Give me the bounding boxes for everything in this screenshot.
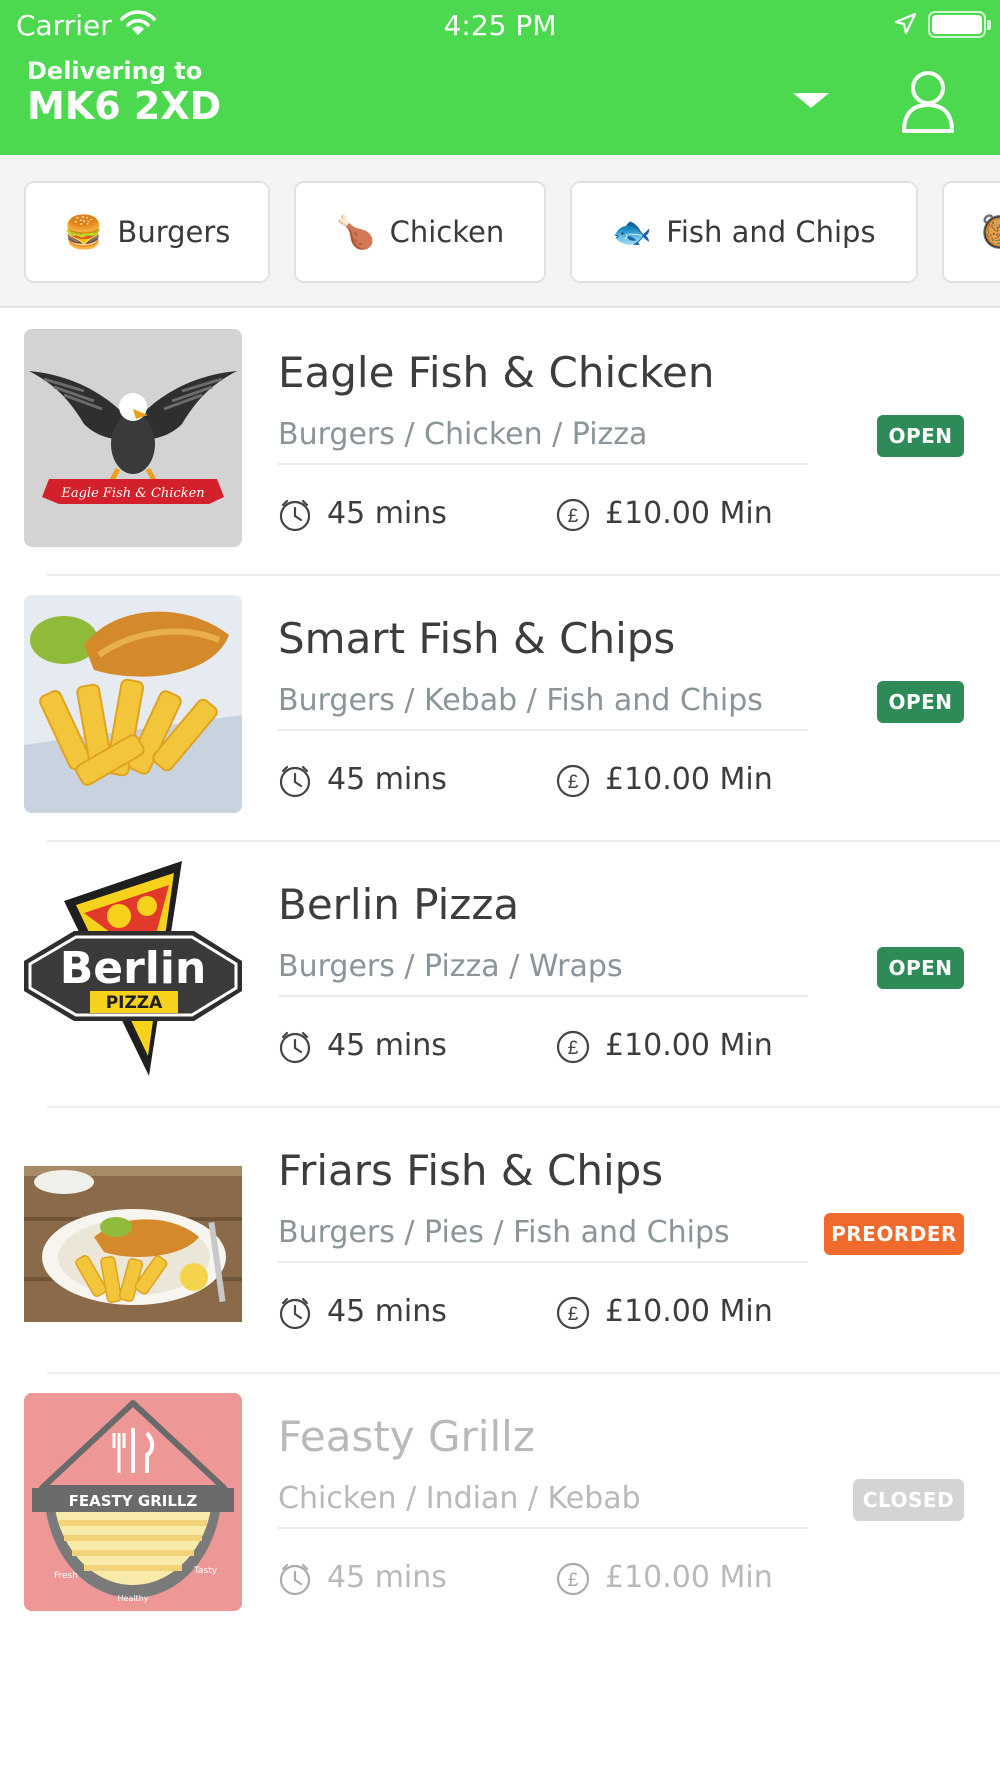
location-arrow-icon <box>893 12 917 40</box>
category-label: Chicken <box>389 215 505 249</box>
restaurant-row[interactable]: Smart Fish & Chips Burgers / Kebab / Fis… <box>0 576 1000 842</box>
minimum-order: £10.00 Min <box>605 496 773 531</box>
chevron-down-icon[interactable] <box>793 93 829 108</box>
category-label: Fish and Chips <box>666 215 876 249</box>
svg-text:£: £ <box>568 772 579 793</box>
feasty-grillz-logo-image: FEASTY GRILLZ Fresh Tasty Healthy <box>24 1393 242 1611</box>
delivery-time: 45 mins <box>327 762 447 797</box>
restaurant-row[interactable]: FEASTY GRILLZ Fresh Tasty Healthy Feasty… <box>0 1374 1000 1640</box>
status-badge: CLOSED <box>853 1479 964 1521</box>
status-bar: Carrier 4:25 PM <box>0 0 1000 50</box>
eagle-logo-text: Eagle Fish & Chicken <box>60 486 204 501</box>
clock: 4:25 PM <box>443 9 557 42</box>
svg-text:£: £ <box>568 506 579 527</box>
berlin-logo-sub: PIZZA <box>106 993 163 1013</box>
category-chicken[interactable]: 🍗 Chicken <box>294 181 546 283</box>
divider <box>278 995 808 997</box>
restaurant-row[interactable]: Eagle Fish & Chicken Eagle Fish & Chicke… <box>0 310 1000 576</box>
clock-icon <box>279 1563 311 1596</box>
restaurant-name: Feasty Grillz <box>278 1412 535 1461</box>
status-badge: PREORDER <box>824 1213 964 1255</box>
delivery-time: 45 mins <box>327 1560 447 1595</box>
restaurant-cuisines: Burgers / Kebab / Fish and Chips <box>278 683 763 718</box>
svg-text:£: £ <box>568 1038 579 1059</box>
feasty-logo-fresh: Fresh <box>54 1571 78 1581</box>
pound-icon: £ <box>556 1296 590 1330</box>
chicken-leg-icon: 🍗 <box>335 213 376 251</box>
svg-text:£: £ <box>568 1570 579 1591</box>
minimum-order: £10.00 Min <box>605 762 773 797</box>
restaurant-name: Eagle Fish & Chicken <box>278 348 715 397</box>
restaurant-cuisines: Burgers / Pizza / Wraps <box>278 949 623 984</box>
divider <box>278 729 808 731</box>
pound-icon: £ <box>556 1562 590 1596</box>
eagle-logo-image: Eagle Fish & Chicken <box>24 329 242 547</box>
delivery-time: 45 mins <box>327 496 447 531</box>
category-burgers[interactable]: 🍔 Burgers <box>24 181 270 283</box>
clock-icon <box>279 1297 311 1330</box>
clock-icon <box>279 1031 311 1064</box>
battery-icon <box>928 11 991 38</box>
pound-icon: £ <box>556 1030 590 1064</box>
burger-icon: 🍔 <box>63 213 104 251</box>
status-badge: OPEN <box>877 681 964 723</box>
fish-icon: 🐟 <box>612 213 653 251</box>
minimum-order: £10.00 Min <box>605 1028 773 1063</box>
category-strip[interactable]: 🍔 Burgers 🍗 Chicken 🐟 Fish and Chips 🥘 <box>0 155 1000 308</box>
delivery-time: 45 mins <box>327 1028 447 1063</box>
restaurant-row[interactable]: Friars Fish & Chips Burgers / Pies / Fis… <box>0 1108 1000 1374</box>
delivery-postcode[interactable]: MK6 2XD <box>27 84 221 128</box>
berlin-logo-word: Berlin <box>60 943 207 994</box>
restaurant-name: Berlin Pizza <box>278 880 520 929</box>
restaurant-cuisines: Chicken / Indian / Kebab <box>278 1481 641 1516</box>
berlin-pizza-logo-image: Berlin PIZZA <box>24 861 242 1079</box>
delivering-to-label: Delivering to <box>27 57 203 85</box>
feasty-logo-healthy: Healthy <box>117 1594 148 1603</box>
pound-icon: £ <box>556 498 590 532</box>
status-badge: OPEN <box>877 415 964 457</box>
divider <box>278 1527 808 1529</box>
feasty-logo-text: FEASTY GRILLZ <box>69 1492 198 1510</box>
fish-plate-image <box>24 1127 242 1345</box>
clock-icon <box>279 499 311 532</box>
restaurant-name: Friars Fish & Chips <box>278 1146 664 1195</box>
restaurant-cuisines: Burgers / Pies / Fish and Chips <box>278 1215 730 1250</box>
category-fish-and-chips[interactable]: 🐟 Fish and Chips <box>570 181 918 283</box>
app-header: Carrier 4:25 PM Delivering to MK6 2XD <box>0 0 1000 155</box>
category-partial[interactable]: 🥘 <box>942 181 1000 283</box>
profile-icon[interactable] <box>900 68 956 134</box>
delivery-time: 45 mins <box>327 1294 447 1329</box>
minimum-order: £10.00 Min <box>605 1560 773 1595</box>
restaurant-cuisines: Burgers / Chicken / Pizza <box>278 417 648 452</box>
svg-text:£: £ <box>568 1304 579 1325</box>
restaurant-row[interactable]: Berlin PIZZA Berlin Pizza Burgers / Pizz… <box>0 842 1000 1108</box>
feasty-logo-tasty: Tasty <box>193 1566 218 1576</box>
divider <box>278 463 808 465</box>
divider <box>278 1261 808 1263</box>
status-badge: OPEN <box>877 947 964 989</box>
clock-icon <box>279 765 311 798</box>
fish-and-chips-image <box>24 595 242 813</box>
minimum-order: £10.00 Min <box>605 1294 773 1329</box>
category-label: Burgers <box>117 215 231 249</box>
food-icon: 🥘 <box>980 213 1000 251</box>
restaurant-name: Smart Fish & Chips <box>278 614 676 663</box>
pound-icon: £ <box>556 764 590 798</box>
